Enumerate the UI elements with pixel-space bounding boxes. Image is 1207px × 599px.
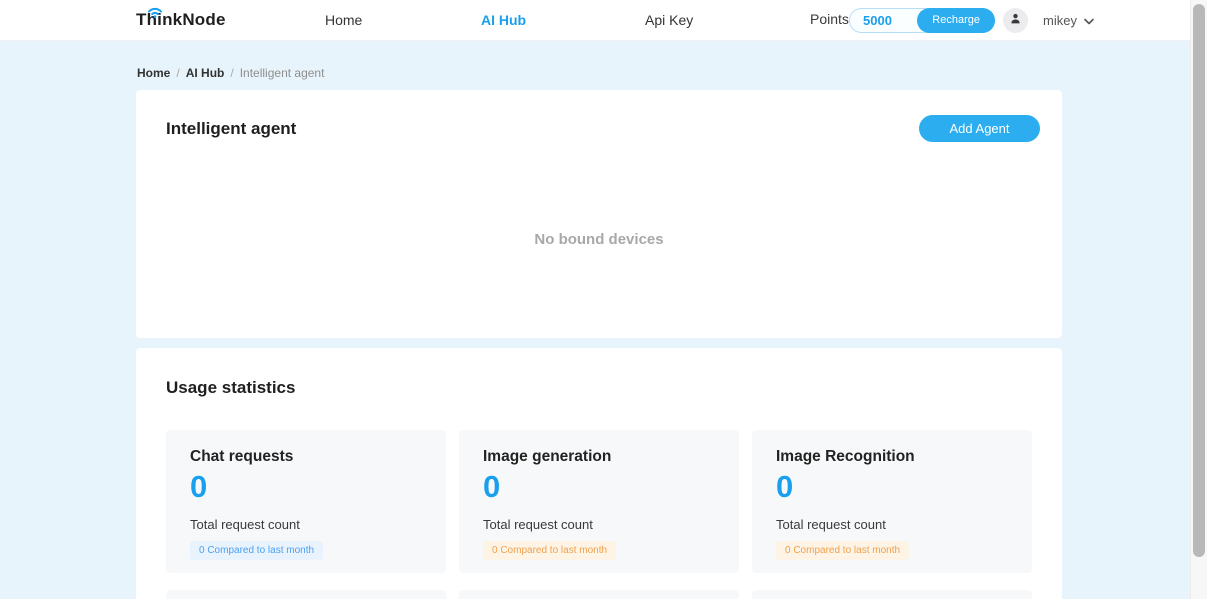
person-icon — [1009, 12, 1022, 30]
stat-badge: 0 Compared to last month — [483, 541, 616, 560]
breadcrumb: Home / AI Hub / Intelligent agent — [137, 66, 324, 80]
stat-card-image-generation: Image generation 0 Total request count 0… — [459, 430, 739, 573]
stat-card-partial — [166, 590, 446, 599]
recharge-button[interactable]: Recharge — [917, 8, 995, 33]
breadcrumb-current: Intelligent agent — [240, 66, 325, 80]
breadcrumb-separator: / — [230, 66, 233, 80]
usage-panel-title: Usage statistics — [136, 348, 1062, 398]
breadcrumb-separator: / — [176, 66, 179, 80]
chevron-down-icon — [1084, 13, 1094, 28]
scrollbar-track[interactable] — [1190, 0, 1207, 599]
stat-subtitle: Total request count — [776, 517, 1008, 532]
points-pill: 5000 Recharge — [849, 8, 995, 33]
wifi-icon — [147, 3, 163, 23]
breadcrumb-ai-hub[interactable]: AI Hub — [186, 66, 225, 80]
user-menu[interactable]: mikey — [1043, 13, 1094, 28]
add-agent-button[interactable]: Add Agent — [919, 115, 1040, 142]
agent-panel-title: Intelligent agent — [166, 119, 296, 139]
stat-value: 0 — [776, 471, 1008, 502]
points-value: 5000 — [850, 13, 892, 28]
stat-card-chat-requests: Chat requests 0 Total request count 0 Co… — [166, 430, 446, 573]
scrollbar-thumb[interactable] — [1193, 4, 1205, 557]
stat-card-partial — [459, 590, 739, 599]
stat-card-image-recognition: Image Recognition 0 Total request count … — [752, 430, 1032, 573]
nav-item-api-key[interactable]: Api Key — [645, 12, 693, 28]
points-label: Points — [810, 11, 849, 27]
nav-item-home[interactable]: Home — [325, 12, 362, 28]
agent-panel-header: Intelligent agent Add Agent — [136, 90, 1062, 142]
stat-value: 0 — [483, 471, 715, 502]
empty-state-text: No bound devices — [136, 231, 1062, 248]
username: mikey — [1043, 13, 1077, 28]
breadcrumb-home[interactable]: Home — [137, 66, 170, 80]
stat-badge: 0 Compared to last month — [776, 541, 909, 560]
stat-value: 0 — [190, 471, 422, 502]
stat-title: Image Recognition — [776, 448, 1008, 466]
stat-subtitle: Total request count — [190, 517, 422, 532]
stat-card-row-partial — [166, 590, 1032, 599]
avatar[interactable] — [1003, 8, 1028, 33]
stat-badge: 0 Compared to last month — [190, 541, 323, 560]
stat-card-partial — [752, 590, 1032, 599]
intelligent-agent-panel: Intelligent agent Add Agent No bound dev… — [136, 90, 1062, 338]
nav-item-ai-hub[interactable]: AI Hub — [481, 12, 526, 28]
stat-title: Chat requests — [190, 448, 422, 466]
top-navbar: ThinkNode Home AI Hub Api Key Points 500… — [0, 0, 1207, 41]
logo[interactable]: ThinkNode — [136, 10, 226, 30]
stat-title: Image generation — [483, 448, 715, 466]
stat-subtitle: Total request count — [483, 517, 715, 532]
usage-statistics-panel: Usage statistics Chat requests 0 Total r… — [136, 348, 1062, 599]
stat-card-row: Chat requests 0 Total request count 0 Co… — [166, 430, 1032, 573]
